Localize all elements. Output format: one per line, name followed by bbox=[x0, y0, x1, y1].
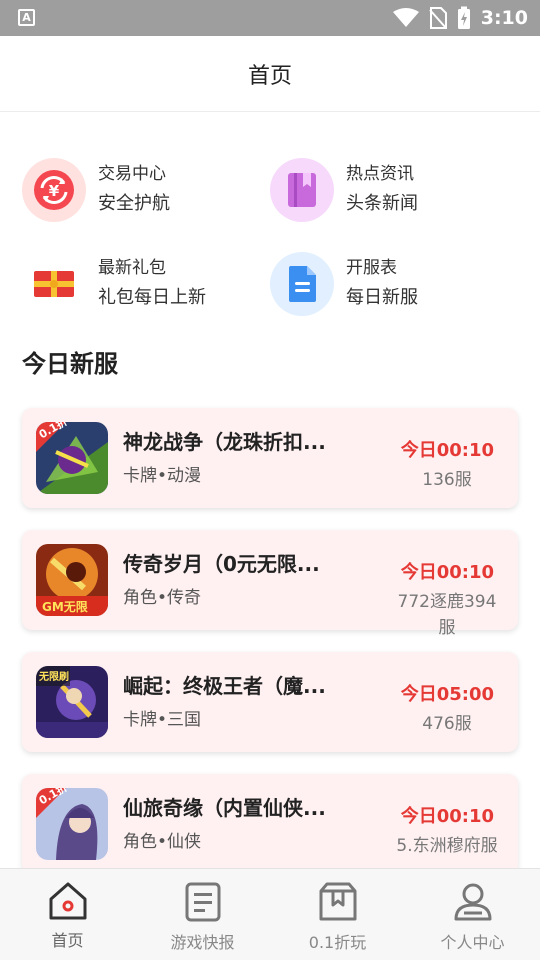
quick-link-hot-news[interactable]: 热点资讯 头条新闻 bbox=[270, 158, 418, 222]
tab-home[interactable]: 首页 bbox=[0, 869, 135, 960]
quick-link-trade-center[interactable]: ¥ 交易中心 安全护航 bbox=[22, 158, 170, 222]
server-open-time: 今日00:10 bbox=[400, 440, 494, 461]
game-badge: 无限刷 bbox=[38, 670, 69, 683]
game-card[interactable]: 0.1折 仙旅奇缘（内置仙侠... 角色•仙侠 今日00:10 5.东洲穆府服 bbox=[22, 774, 518, 868]
quick-link-subtitle: 安全护航 bbox=[98, 193, 170, 214]
battery-charging-icon bbox=[457, 6, 470, 29]
quick-link-gift-packs[interactable]: 最新礼包 礼包每日上新 bbox=[22, 252, 206, 316]
clock: 3:10 bbox=[480, 7, 528, 29]
news-document-icon bbox=[185, 882, 220, 922]
tab-label: 0.1折玩 bbox=[308, 933, 367, 952]
status-bar: A 3:10 bbox=[0, 0, 540, 36]
quick-link-server-list[interactable]: 开服表 每日新服 bbox=[270, 252, 418, 316]
game-icon: 0.1折 bbox=[36, 422, 108, 494]
app-bar: 首页 bbox=[0, 36, 540, 112]
server-open-time: 今日00:10 bbox=[400, 562, 494, 583]
server-name: 5.东洲穆府服 bbox=[396, 836, 498, 856]
server-open-time: 今日05:00 bbox=[400, 684, 494, 705]
server-name: 136服 bbox=[422, 470, 472, 490]
bottom-tab-bar: 首页 游戏快报 0.1折玩 个人中心 bbox=[0, 868, 540, 960]
document-icon bbox=[270, 252, 334, 316]
game-card[interactable]: 无限刷 崛起：终极王者（魔... 卡牌•三国 今日05:00 476服 bbox=[22, 652, 518, 752]
notification-icon: A bbox=[18, 9, 35, 26]
game-badge: GM无限 bbox=[42, 599, 88, 614]
game-icon: 无限刷 bbox=[36, 666, 108, 738]
game-name: 神龙战争（龙珠折扣... bbox=[123, 430, 326, 454]
bookmark-book-icon bbox=[270, 158, 334, 222]
game-name: 仙旅奇缘（内置仙侠... bbox=[123, 796, 326, 820]
user-icon bbox=[454, 883, 491, 921]
quick-link-title: 开服表 bbox=[346, 258, 397, 278]
tab-label: 个人中心 bbox=[440, 933, 505, 952]
home-icon bbox=[49, 882, 86, 920]
game-icon: GM无限 bbox=[36, 544, 108, 616]
game-card[interactable]: 0.1折 神龙战争（龙珠折扣... 卡牌•动漫 今日00:10 136服 bbox=[22, 408, 518, 508]
game-tags: 卡牌•三国 bbox=[123, 710, 202, 730]
svg-text:¥: ¥ bbox=[49, 182, 60, 200]
tab-label: 首页 bbox=[51, 931, 84, 950]
game-tags: 角色•传奇 bbox=[123, 588, 202, 608]
game-name: 传奇岁月（0元无限... bbox=[123, 552, 320, 576]
tab-game-news[interactable]: 游戏快报 bbox=[135, 869, 270, 960]
server-name: 476服 bbox=[422, 714, 472, 734]
tab-profile[interactable]: 个人中心 bbox=[405, 869, 540, 960]
section-title-new-servers: 今日新服 bbox=[22, 350, 118, 378]
game-tags: 卡牌•动漫 bbox=[123, 466, 202, 486]
quick-link-title: 最新礼包 bbox=[98, 258, 166, 278]
quick-link-subtitle: 头条新闻 bbox=[346, 193, 418, 214]
exchange-icon: ¥ bbox=[22, 158, 86, 222]
wifi-icon bbox=[392, 8, 419, 27]
quick-link-subtitle: 礼包每日上新 bbox=[98, 287, 206, 308]
tab-label: 游戏快报 bbox=[170, 933, 235, 952]
quick-link-subtitle: 每日新服 bbox=[346, 287, 418, 308]
game-tags: 角色•仙侠 bbox=[123, 832, 202, 852]
discount-box-icon bbox=[319, 882, 356, 921]
page-title: 首页 bbox=[247, 63, 292, 89]
home-content[interactable]: ¥ 交易中心 安全护航 热点资讯 头条新闻 最新礼包 礼包每日上新 开服表 每日… bbox=[0, 112, 540, 868]
quick-link-title: 交易中心 bbox=[98, 164, 166, 184]
game-icon: 0.1折 bbox=[36, 788, 108, 860]
status-icons: 3:10 bbox=[392, 5, 528, 31]
server-name: 772逐鹿394服 bbox=[397, 592, 497, 638]
game-card[interactable]: GM无限 传奇岁月（0元无限... 角色•传奇 今日00:10 772逐鹿394… bbox=[22, 530, 518, 638]
game-name: 崛起：终极王者（魔... bbox=[123, 674, 326, 698]
no-sim-icon bbox=[428, 7, 447, 29]
tab-discount-play[interactable]: 0.1折玩 bbox=[270, 869, 405, 960]
gift-envelope-icon bbox=[22, 252, 86, 316]
quick-link-title: 热点资讯 bbox=[346, 164, 414, 184]
server-open-time: 今日00:10 bbox=[400, 806, 494, 827]
